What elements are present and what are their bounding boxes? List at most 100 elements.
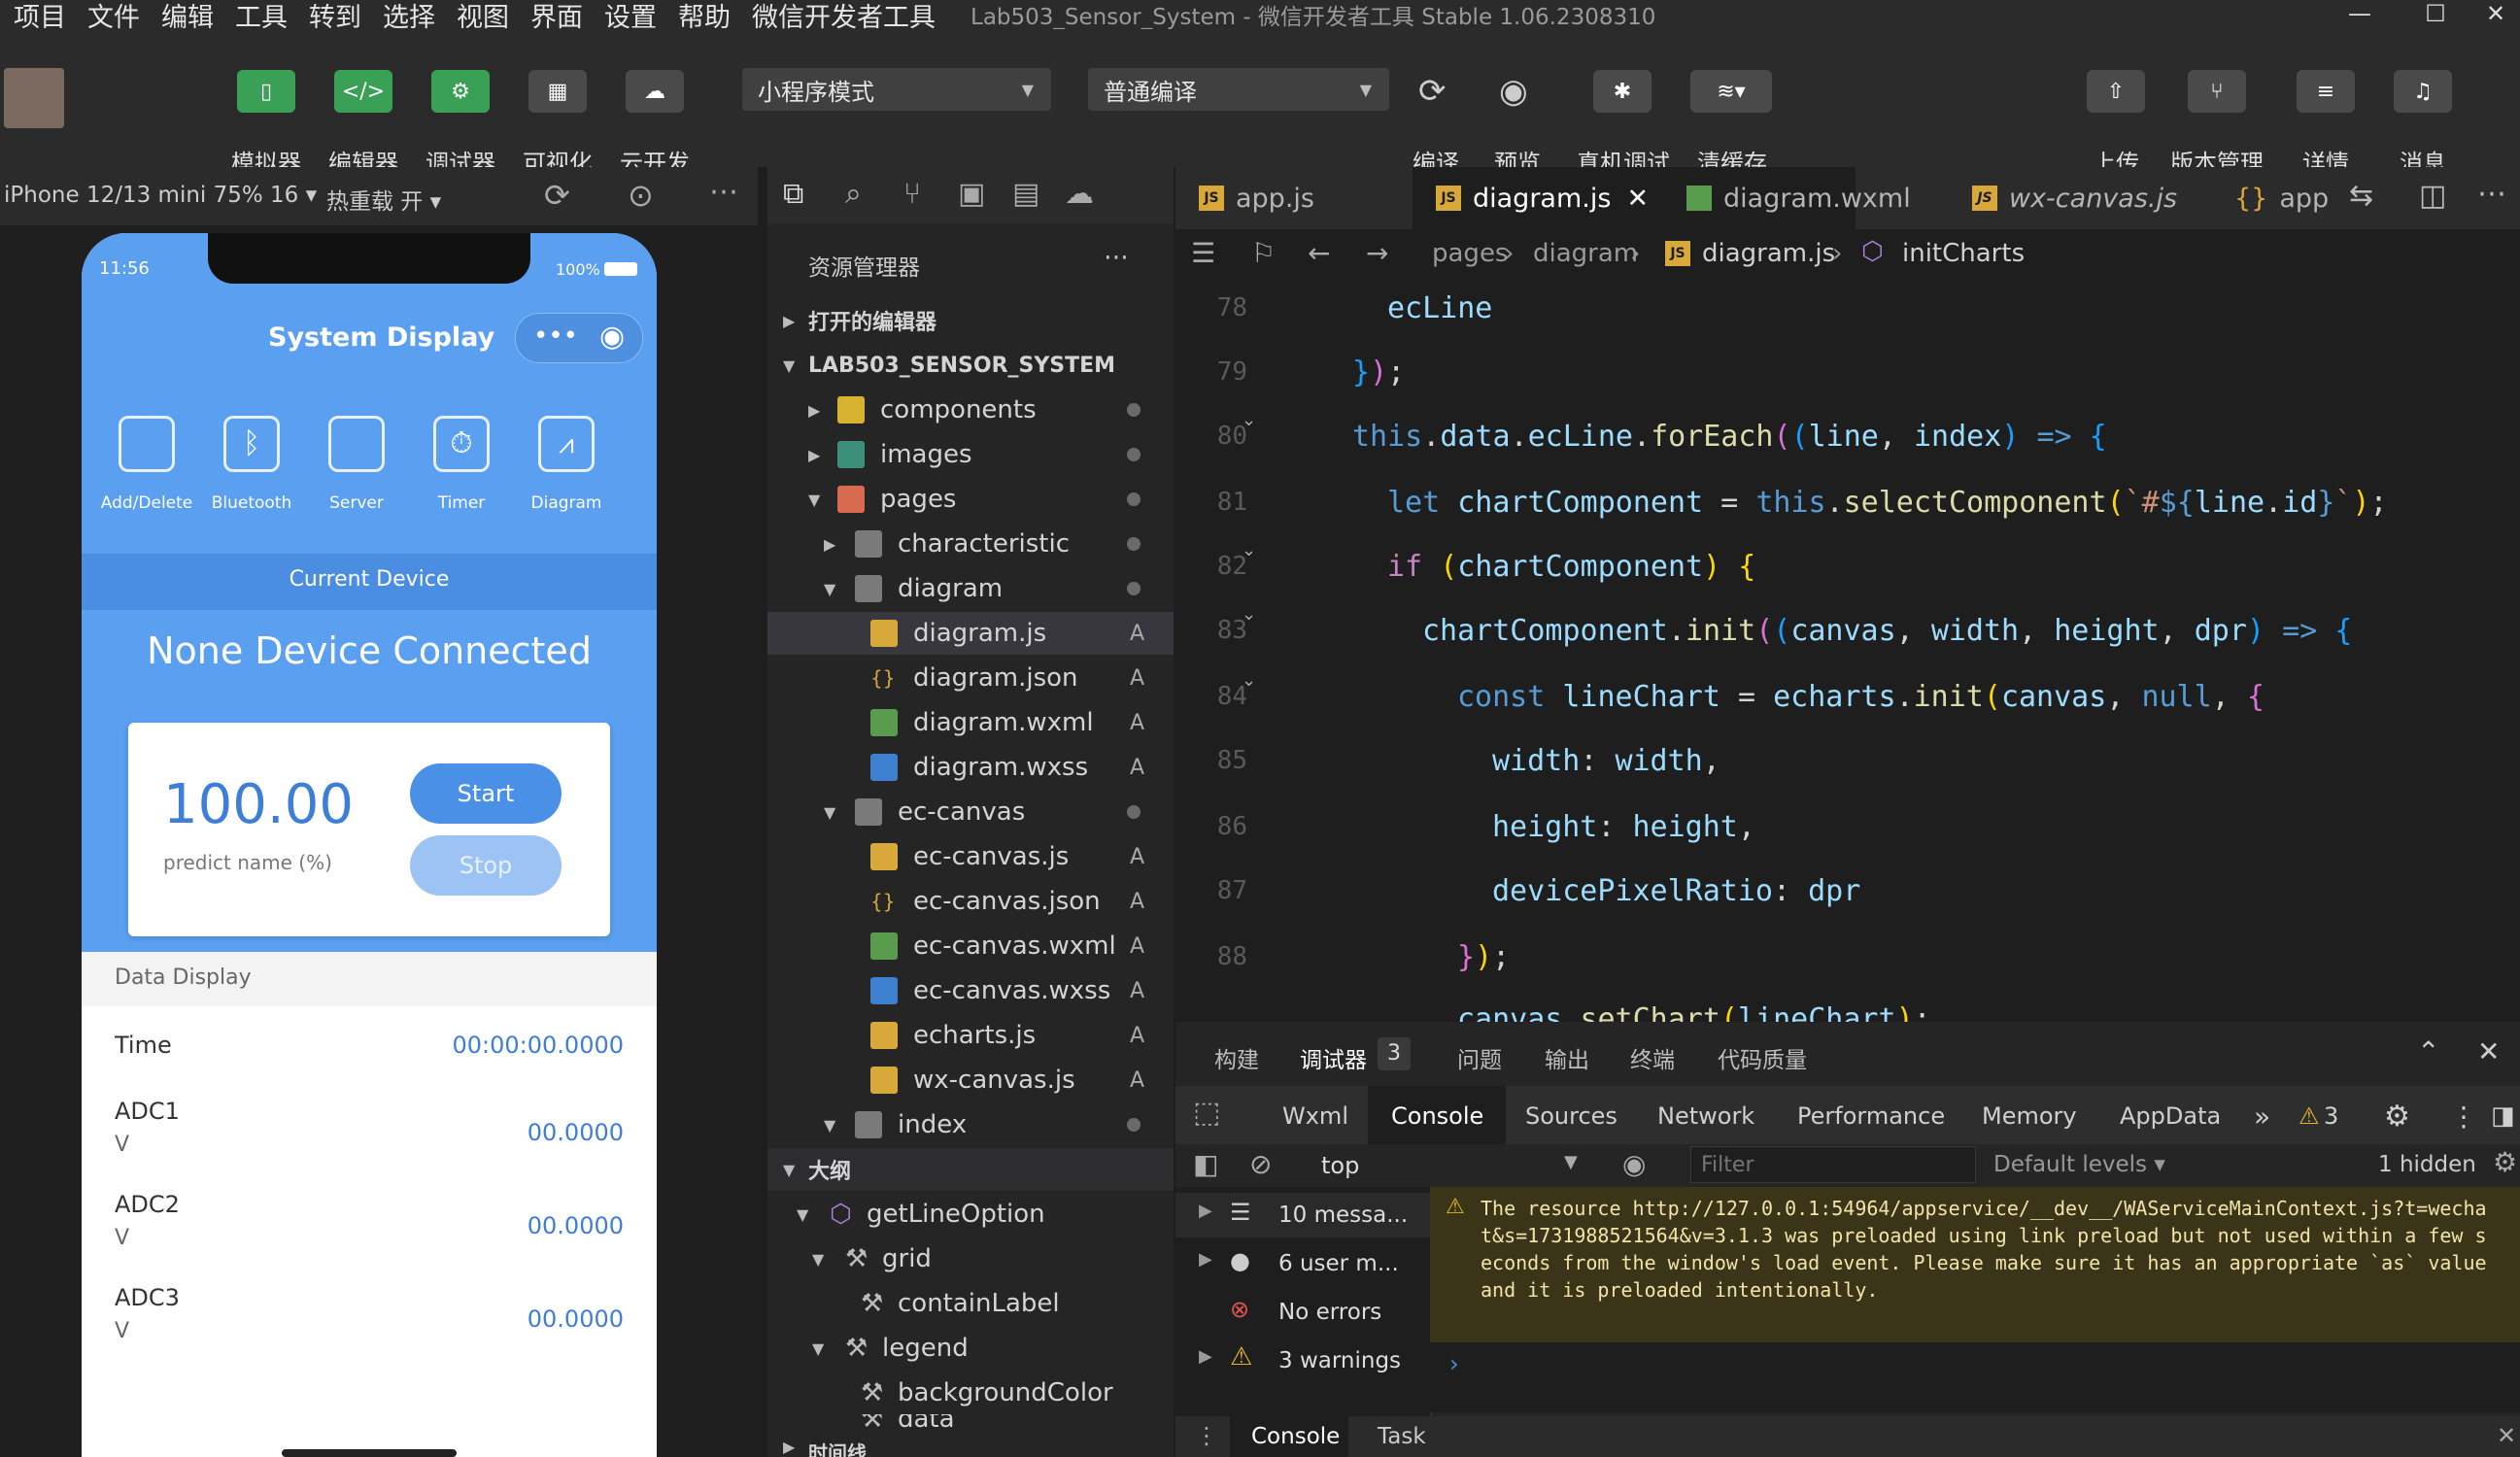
- debugger-button[interactable]: ⚙: [431, 70, 490, 113]
- open-editors-section[interactable]: ▶ 打开的编辑器: [767, 299, 1174, 342]
- outline-item[interactable]: ▼ ⚒ grid: [767, 1237, 1174, 1280]
- minimize-icon[interactable]: —: [2335, 0, 2384, 29]
- console-settings-icon[interactable]: ⚙: [2493, 1146, 2517, 1178]
- tree-item-images[interactable]: ▶ images: [767, 433, 1174, 476]
- levels-select[interactable]: Default levels ▾: [1993, 1152, 2165, 1177]
- tab-wx-canvas-js[interactable]: JS wx-canvas.js: [1972, 167, 2177, 229]
- outline-item[interactable]: ▼ ⬡ getLineOption: [767, 1193, 1174, 1236]
- tree-item-diagram-json[interactable]: {} diagram.json A: [767, 657, 1174, 699]
- extensions-icon[interactable]: ▣: [958, 177, 985, 211]
- nav-diagram[interactable]: Diagram: [513, 493, 620, 513]
- panel-tab-terminal[interactable]: 终端: [1630, 1041, 1675, 1074]
- panel-tab-build[interactable]: 构建: [1214, 1041, 1259, 1074]
- tree-item-echarts-js[interactable]: echarts.js A: [767, 1014, 1174, 1057]
- vertical-dots-icon[interactable]: ⋮: [1195, 1422, 1218, 1449]
- fold-chevron-icon[interactable]: ⌄: [1242, 670, 1256, 691]
- tree-item-pages[interactable]: ▼ pages: [767, 478, 1174, 521]
- tree-item-ec-canvas-wxml[interactable]: ec-canvas.wxml A: [767, 925, 1174, 967]
- messages-button[interactable]: ♫: [2394, 70, 2452, 113]
- timer-icon[interactable]: ⏱: [433, 416, 490, 472]
- tree-item-wx-canvas-js[interactable]: wx-canvas.js A: [767, 1059, 1174, 1101]
- split-editor-icon[interactable]: ◫: [2419, 179, 2446, 213]
- clear-cache-button[interactable]: ≋▾: [1690, 70, 1772, 113]
- close-drawer-icon[interactable]: ✕: [2497, 1422, 2516, 1449]
- diagram-icon[interactable]: ⩘: [538, 416, 595, 472]
- compile-select[interactable]: 普通编译 ▼: [1088, 68, 1389, 111]
- stop-circle-icon[interactable]: ⊙: [628, 177, 654, 214]
- upload-button[interactable]: ⇧: [2087, 70, 2145, 113]
- breadcrumb-item[interactable]: diagram: [1533, 239, 1638, 268]
- filter-input[interactable]: [1690, 1146, 1976, 1183]
- devtools-tab-network[interactable]: Network: [1657, 1098, 1754, 1135]
- devtools-tab-console[interactable]: Console: [1391, 1098, 1483, 1135]
- dock-icon[interactable]: ◨: [2491, 1098, 2515, 1135]
- tab-diagram-wxml[interactable]: diagram.wxml: [1686, 167, 1911, 229]
- cloud-button[interactable]: ☁: [626, 70, 684, 113]
- device-select[interactable]: iPhone 12/13 mini 75% 16 ▾: [4, 183, 317, 208]
- devtools-tab-memory[interactable]: Memory: [1982, 1098, 2077, 1135]
- eye-icon[interactable]: ◉: [1622, 1148, 1646, 1180]
- details-button[interactable]: ≡: [2297, 70, 2355, 113]
- fold-chevron-icon[interactable]: ⌄: [1242, 410, 1256, 430]
- tab-app-js[interactable]: JS app.js: [1199, 167, 1314, 229]
- console-input-area[interactable]: ›: [1430, 1342, 2520, 1412]
- tree-item-ec-canvas-js[interactable]: ec-canvas.js A: [767, 835, 1174, 878]
- list-icon[interactable]: ☰: [1191, 237, 1215, 269]
- tab-app-json[interactable]: {} app: [2234, 167, 2329, 229]
- close-panel-icon[interactable]: ✕: [2477, 1035, 2500, 1067]
- outline-section[interactable]: ▼ 大纲: [767, 1148, 1174, 1191]
- breadcrumb-item[interactable]: initCharts: [1902, 239, 2025, 268]
- nav-timer[interactable]: Timer: [408, 493, 515, 513]
- maximize-icon[interactable]: ☐: [2411, 0, 2460, 29]
- sidebar-item-errors[interactable]: ⊗ No errors: [1175, 1290, 1430, 1335]
- editor-button[interactable]: </>: [334, 70, 392, 113]
- tree-item-index[interactable]: ▼ index: [767, 1103, 1174, 1146]
- devtools-tab-sources[interactable]: Sources: [1525, 1098, 1618, 1135]
- remote-debug-button[interactable]: ✱: [1593, 70, 1652, 113]
- panel-tab-output[interactable]: 输出: [1545, 1041, 1589, 1074]
- eye-icon[interactable]: ◉: [1499, 72, 1528, 111]
- devtools-tab-appdata[interactable]: AppData: [2120, 1098, 2221, 1135]
- fold-chevron-icon[interactable]: ⌄: [1242, 604, 1256, 625]
- tree-item-ec-canvas-wxss[interactable]: ec-canvas.wxss A: [767, 969, 1174, 1012]
- tree-item-ec-canvas-json[interactable]: {} ec-canvas.json A: [767, 880, 1174, 923]
- fold-chevron-icon[interactable]: ⌄: [1242, 540, 1256, 560]
- project-section[interactable]: ▼ LAB503_SENSOR_SYSTEM: [767, 344, 1174, 387]
- sidebar-toggle-icon[interactable]: ◧: [1193, 1148, 1218, 1180]
- outline-item[interactable]: ⚒ containLabel: [767, 1282, 1174, 1325]
- explorer-more-icon[interactable]: ⋯: [1104, 243, 1129, 272]
- forward-arrow-icon[interactable]: →: [1366, 237, 1388, 269]
- breadcrumb-item[interactable]: diagram.js: [1702, 239, 1835, 268]
- outline-item[interactable]: ▼ ⚒ legend: [767, 1327, 1174, 1370]
- back-arrow-icon[interactable]: ←: [1308, 237, 1330, 269]
- database-icon[interactable]: [119, 416, 175, 472]
- more-tabs-icon[interactable]: »: [2254, 1098, 2270, 1135]
- nav-bluetooth[interactable]: Bluetooth: [198, 493, 305, 513]
- code-editor[interactable]: 78 79 80 81 82 83 84 85 86 87 88 ⌄ ⌄ ⌄ ⌄…: [1175, 276, 2520, 1022]
- sidebar-item-messages[interactable]: ▶ ☰ 10 messa...: [1175, 1193, 1430, 1237]
- context-select[interactable]: top: [1321, 1152, 1359, 1179]
- nav-add-delete[interactable]: Add/Delete: [93, 493, 200, 513]
- devtools-tab-wxml[interactable]: Wxml: [1282, 1098, 1348, 1135]
- sidebar-item-warnings[interactable]: ▶ ⚠ 3 warnings: [1175, 1338, 1430, 1383]
- panel-tab-problems[interactable]: 问题: [1457, 1041, 1502, 1074]
- simulator-button[interactable]: ▯: [237, 70, 295, 113]
- breadcrumb-item[interactable]: pages: [1432, 239, 1508, 268]
- tree-item-characteristic[interactable]: ▶ characteristic: [767, 523, 1174, 565]
- more-dots-icon[interactable]: •••: [533, 322, 578, 351]
- panel-tab-code-quality[interactable]: 代码质量: [1718, 1041, 1807, 1074]
- tree-item-diagram-wxml[interactable]: diagram.wxml A: [767, 701, 1174, 744]
- tree-item-ec-canvas[interactable]: ▼ ec-canvas: [767, 791, 1174, 833]
- vertical-dots-icon[interactable]: ⋮: [2450, 1098, 2477, 1135]
- cloud-icon[interactable]: ☁: [1065, 177, 1094, 211]
- tree-item-diagram-js[interactable]: diagram.js A: [767, 612, 1174, 655]
- search-icon[interactable]: ⌕: [845, 177, 862, 211]
- outline-icon[interactable]: ▤: [1012, 177, 1039, 211]
- visual-button[interactable]: ▦: [528, 70, 587, 113]
- tree-item-diagram[interactable]: ▼ diagram: [767, 567, 1174, 610]
- hot-reload-toggle[interactable]: 热重载 开 ▾: [326, 183, 441, 216]
- inspect-icon[interactable]: ⬚: [1193, 1096, 1220, 1130]
- close-window-icon[interactable]: ✕: [2471, 0, 2520, 29]
- capsule-close-icon[interactable]: ◉: [599, 320, 625, 354]
- refresh-icon[interactable]: ⟳: [1418, 72, 1447, 111]
